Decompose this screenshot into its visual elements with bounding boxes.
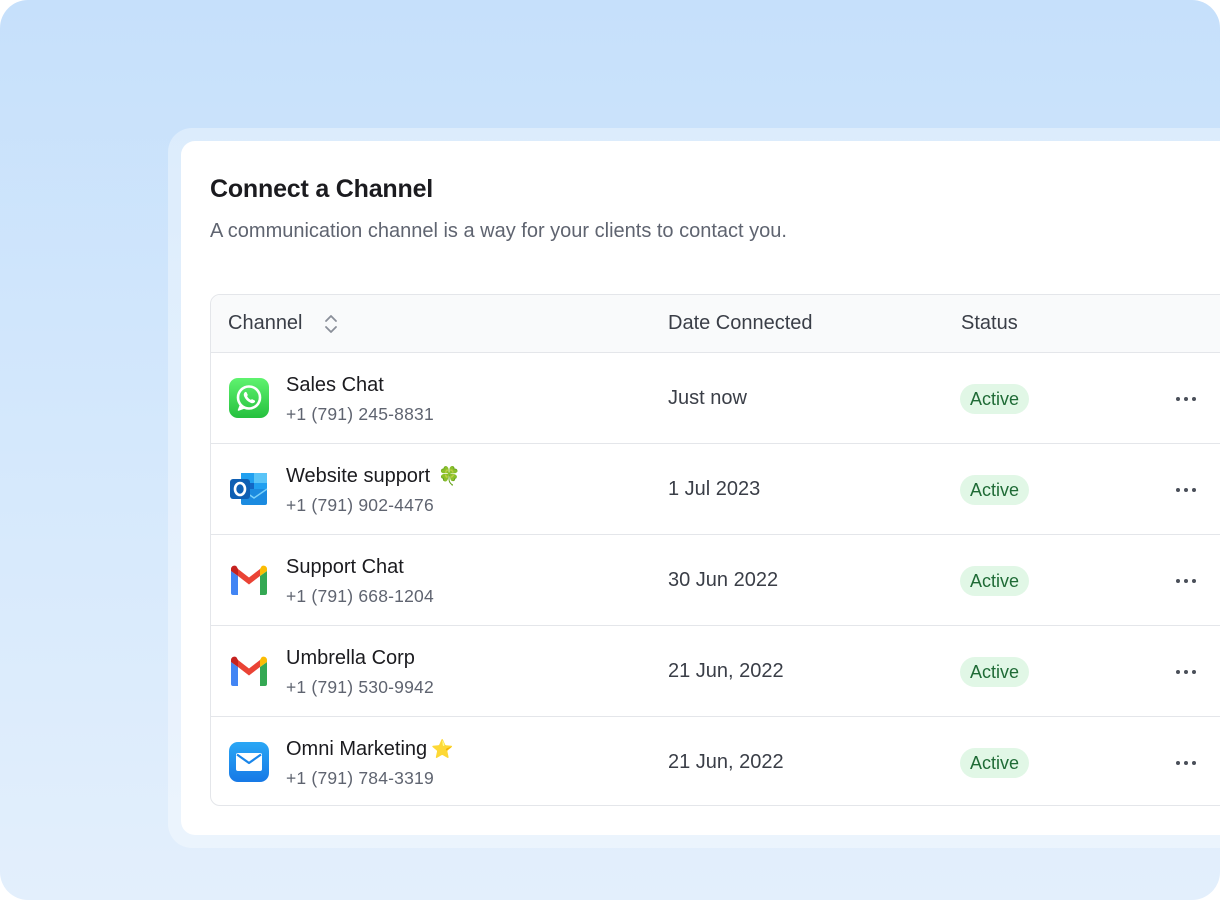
- table-header: Channel Date Connected Status: [211, 295, 1220, 353]
- status-badge: Active: [960, 384, 1030, 414]
- page-background: Connect a Channel A communication channe…: [0, 0, 1220, 900]
- channel-phone: +1 (791) 902-4476: [286, 495, 434, 515]
- table-row[interactable]: Omni Marketing ⭐ +1 (791) 784-3319 21 Jun…: [211, 717, 1220, 805]
- gmail-icon: [231, 565, 267, 595]
- sort-icon[interactable]: [321, 312, 341, 336]
- channel-phone: +1 (791) 668-1204: [286, 586, 434, 606]
- channel-phone: +1 (791) 530-9942: [286, 677, 434, 697]
- more-options-icon[interactable]: [1173, 571, 1199, 591]
- channel-name: Website support 🍀: [286, 465, 461, 487]
- channel-name: Sales Chat: [286, 374, 384, 396]
- date-connected: 21 Jun, 2022: [668, 751, 784, 773]
- more-options-icon[interactable]: [1173, 662, 1199, 682]
- table-row[interactable]: Website support 🍀 +1 (791) 902-4476 1 Jul…: [211, 444, 1220, 535]
- more-options-icon[interactable]: [1173, 480, 1199, 500]
- page-subtitle: A communication channel is a way for you…: [210, 220, 787, 242]
- column-header-status: Status: [961, 312, 1018, 334]
- page-title: Connect a Channel: [210, 175, 434, 203]
- column-header-date-connected: Date Connected: [668, 312, 813, 334]
- connect-channel-card: Connect a Channel A communication channe…: [181, 141, 1220, 835]
- date-connected: 21 Jun, 2022: [668, 660, 784, 682]
- clover-icon: 🍀: [438, 466, 461, 486]
- channel-phone: +1 (791) 245-8831: [286, 404, 434, 424]
- date-connected: 30 Jun 2022: [668, 569, 779, 591]
- table-row[interactable]: Sales Chat +1 (791) 245-8831 Just now Ac…: [211, 353, 1220, 444]
- status-badge: Active: [960, 657, 1030, 687]
- table-row[interactable]: Support Chat +1 (791) 668-1204 30 Jun 20…: [211, 535, 1220, 626]
- channel-name: Support Chat: [286, 556, 404, 578]
- column-header-channel[interactable]: Channel: [228, 312, 303, 335]
- mail-icon: [229, 742, 269, 782]
- gmail-icon: [231, 656, 267, 686]
- whatsapp-icon: [229, 378, 269, 418]
- channels-table: Channel Date Connected Status Sales Chat…: [210, 294, 1220, 806]
- outlook-icon: [230, 473, 268, 505]
- date-connected: 1 Jul 2023: [668, 478, 761, 500]
- channel-phone: +1 (791) 784-3319: [286, 768, 434, 788]
- more-options-icon[interactable]: [1173, 753, 1199, 773]
- status-badge: Active: [960, 566, 1030, 596]
- more-options-icon[interactable]: [1173, 389, 1199, 409]
- table-row[interactable]: Umbrella Corp +1 (791) 530-9942 21 Jun, …: [211, 626, 1220, 717]
- star-icon: ⭐: [431, 739, 454, 759]
- status-badge: Active: [960, 748, 1030, 778]
- date-connected: Just now: [668, 387, 747, 409]
- status-badge: Active: [960, 475, 1030, 505]
- channel-name: Omni Marketing ⭐: [286, 738, 454, 760]
- channel-name: Umbrella Corp: [286, 647, 415, 669]
